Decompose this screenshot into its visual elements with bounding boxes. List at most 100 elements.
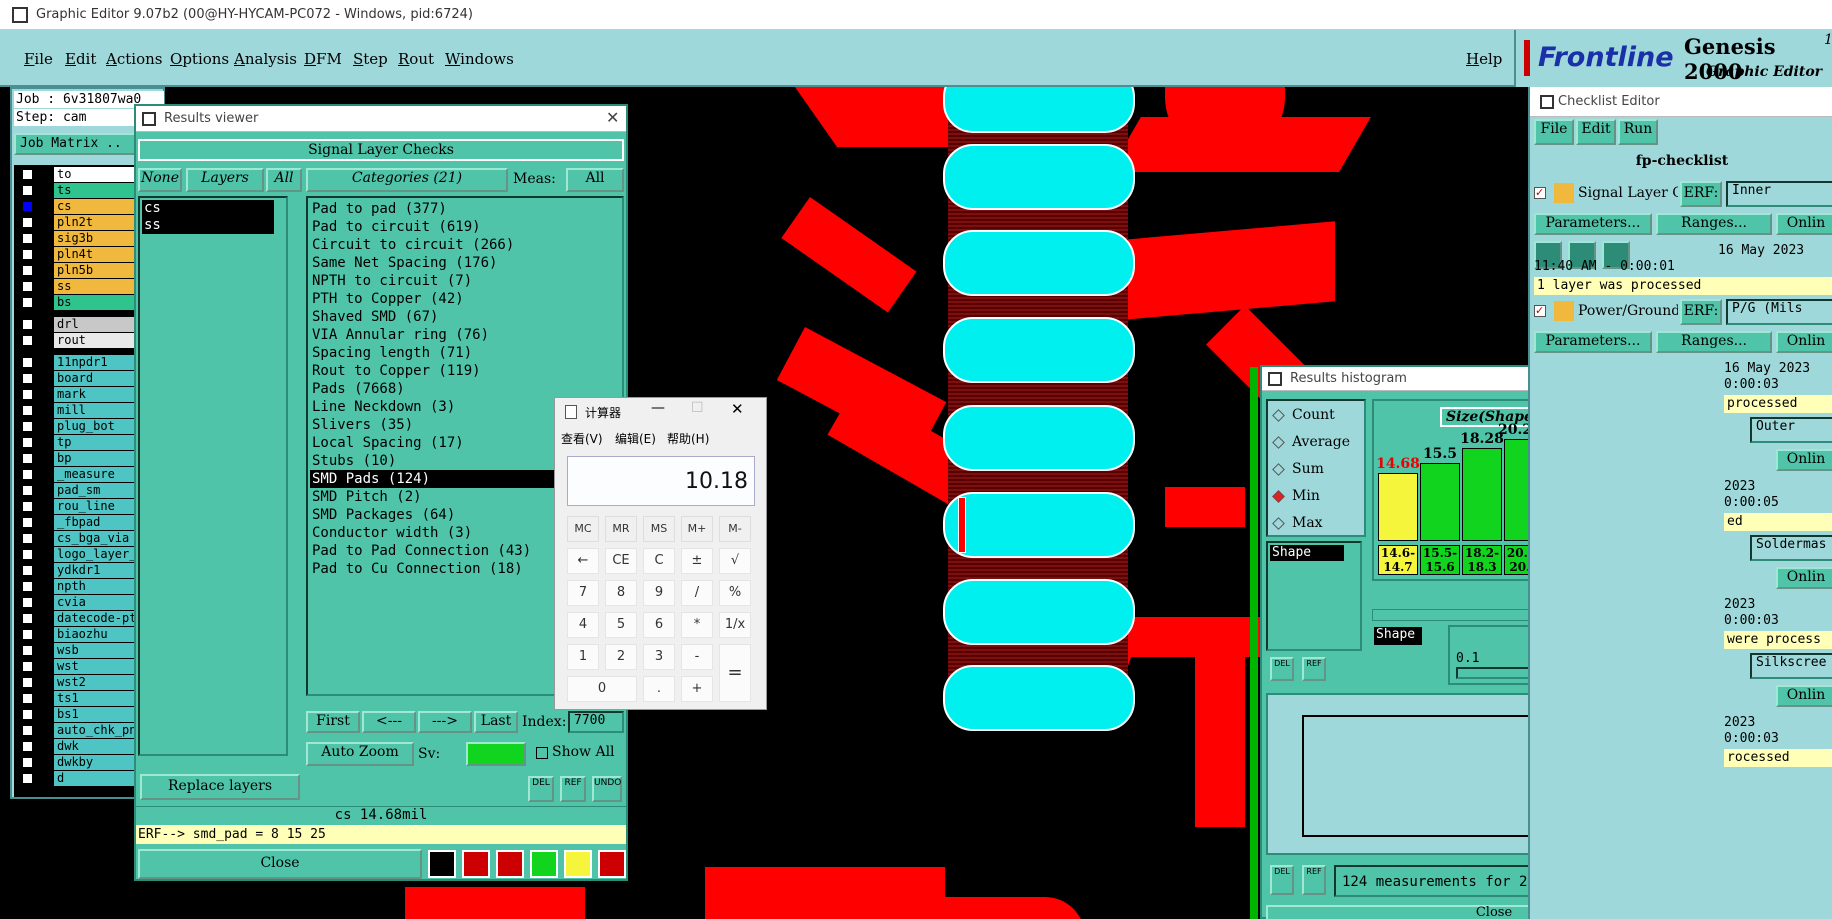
calc-key[interactable]: 1	[567, 644, 599, 670]
del-icon[interactable]: DEL	[1270, 865, 1294, 895]
layer-checkbox[interactable]	[22, 201, 33, 212]
calc-key[interactable]: 2	[605, 644, 637, 670]
tool-icon-2[interactable]	[462, 850, 490, 878]
category-item[interactable]: Same Net Spacing (176)	[310, 254, 610, 272]
layer-checkbox[interactable]	[22, 437, 33, 448]
tool-icon-4[interactable]	[530, 850, 558, 878]
layer-checkbox[interactable]	[22, 501, 33, 512]
category-item[interactable]: Rout to Copper (119)	[310, 362, 610, 380]
online-button[interactable]: Onlin	[1776, 213, 1832, 235]
layer-checkbox[interactable]	[22, 629, 33, 640]
checklist-menu-edit[interactable]: Edit	[1576, 119, 1616, 145]
ranges-button[interactable]: Ranges...	[1656, 331, 1772, 353]
smd-pad[interactable]	[943, 579, 1135, 645]
minimize-icon[interactable]: —	[651, 400, 665, 416]
layer-checkbox[interactable]	[22, 185, 33, 196]
calc-key[interactable]: C	[643, 548, 675, 574]
layer-checkbox[interactable]	[22, 661, 33, 672]
tool-icon-5[interactable]	[564, 850, 592, 878]
calc-key[interactable]: /	[681, 580, 713, 606]
checklist-menu-file[interactable]: File	[1534, 119, 1574, 145]
calc-menu-view[interactable]: 查看(V)	[561, 430, 603, 447]
smd-pad[interactable]	[943, 405, 1135, 471]
erf-field[interactable]: Outer	[1750, 417, 1832, 443]
erf-field[interactable]: P/G (Mils	[1726, 299, 1832, 325]
category-item[interactable]: NPTH to circuit (7)	[310, 272, 610, 290]
check-name[interactable]: Power/Ground C	[1578, 303, 1678, 319]
all-button[interactable]: All	[266, 168, 302, 192]
replace-layers-select[interactable]: Replace layers	[140, 774, 300, 800]
calc-key[interactable]: 0	[567, 676, 637, 702]
layer-checkbox[interactable]	[22, 453, 33, 464]
layer-checkbox[interactable]	[22, 485, 33, 496]
menu-windows[interactable]: Windows	[445, 50, 514, 68]
calc-key[interactable]: .	[643, 676, 675, 702]
category-item[interactable]: Circuit to circuit (266)	[310, 236, 610, 254]
histogram-bar[interactable]	[1420, 463, 1460, 541]
tool-icon-3[interactable]	[496, 850, 524, 878]
close-icon[interactable]: ✕	[606, 108, 619, 127]
erf-field[interactable]: Inner	[1726, 181, 1832, 207]
layer-checkbox[interactable]	[22, 233, 33, 244]
layer-checkbox[interactable]	[22, 469, 33, 480]
category-item[interactable]: Shaved SMD (67)	[310, 308, 610, 326]
chart-icon[interactable]	[598, 850, 626, 878]
calc-key[interactable]: √	[719, 548, 751, 574]
histogram-bar[interactable]	[1462, 448, 1502, 541]
calc-key[interactable]: -	[681, 644, 713, 670]
category-item[interactable]: Spacing length (71)	[310, 344, 610, 362]
del-icon[interactable]: DEL	[1270, 657, 1294, 681]
layer-checkbox[interactable]	[22, 533, 33, 544]
results-layer-item[interactable]: cs	[142, 200, 274, 217]
check-name[interactable]: Signal Layer Ch	[1578, 185, 1678, 201]
layer-checkbox[interactable]	[22, 249, 33, 260]
menu-edit[interactable]: Edit	[65, 50, 96, 68]
category-item[interactable]: Pad to circuit (619)	[310, 218, 610, 236]
last-button[interactable]: Last	[474, 711, 518, 733]
del-icon[interactable]: DEL	[528, 776, 554, 802]
layer-checkbox[interactable]	[22, 565, 33, 576]
erf-field[interactable]: Soldermas	[1750, 535, 1832, 561]
results-layer-item[interactable]: ss	[142, 217, 274, 234]
calc-key[interactable]: *	[681, 612, 713, 638]
check-enable-checkbox[interactable]: ✓	[1534, 305, 1546, 317]
prev-button[interactable]: <---	[362, 711, 416, 733]
layer-checkbox[interactable]	[22, 581, 33, 592]
job-matrix-button[interactable]: Job Matrix ..	[14, 133, 144, 155]
smd-pad[interactable]	[943, 665, 1135, 731]
calc-memory-key[interactable]: MC	[567, 516, 599, 542]
layer-checkbox[interactable]	[22, 549, 33, 560]
layer-checkbox[interactable]	[22, 335, 33, 346]
layer-checkbox[interactable]	[22, 421, 33, 432]
calc-memory-key[interactable]: MS	[643, 516, 675, 542]
layer-checkbox[interactable]	[22, 389, 33, 400]
calc-memory-key[interactable]: MR	[605, 516, 637, 542]
menu-options[interactable]: Options	[170, 50, 229, 68]
smd-pad[interactable]	[943, 144, 1135, 210]
layer-checkbox[interactable]	[22, 405, 33, 416]
layer-checkbox[interactable]	[22, 517, 33, 528]
calc-key[interactable]: 3	[643, 644, 675, 670]
layers-button[interactable]: Layers	[186, 168, 264, 192]
menu-help[interactable]: Help	[1466, 50, 1502, 68]
layer-checkbox[interactable]	[22, 613, 33, 624]
smd-pad[interactable]	[943, 87, 1135, 133]
layer-checkbox[interactable]	[22, 357, 33, 368]
ref-icon[interactable]: REF	[560, 776, 586, 802]
undo-icon[interactable]: UNDO	[592, 776, 622, 802]
auto-zoom-select[interactable]: Auto Zoom	[306, 742, 414, 766]
category-item[interactable]: VIA Annular ring (76)	[310, 326, 610, 344]
tool-icon-1[interactable]	[428, 850, 456, 878]
ref-icon[interactable]: REF	[1302, 865, 1326, 895]
online-button[interactable]: Onlin	[1776, 685, 1832, 707]
check-enable-checkbox[interactable]: ✓	[1534, 187, 1546, 199]
erf-button[interactable]: ERF:	[1680, 299, 1722, 325]
layer-checkbox[interactable]	[22, 217, 33, 228]
calc-key[interactable]: ←	[567, 548, 599, 574]
histogram-bar[interactable]	[1378, 473, 1418, 541]
calc-key[interactable]: =	[719, 644, 751, 702]
layer-checkbox[interactable]	[22, 281, 33, 292]
show-all-checkbox[interactable]	[536, 747, 548, 759]
layer-checkbox[interactable]	[22, 645, 33, 656]
calc-key[interactable]: 5	[605, 612, 637, 638]
